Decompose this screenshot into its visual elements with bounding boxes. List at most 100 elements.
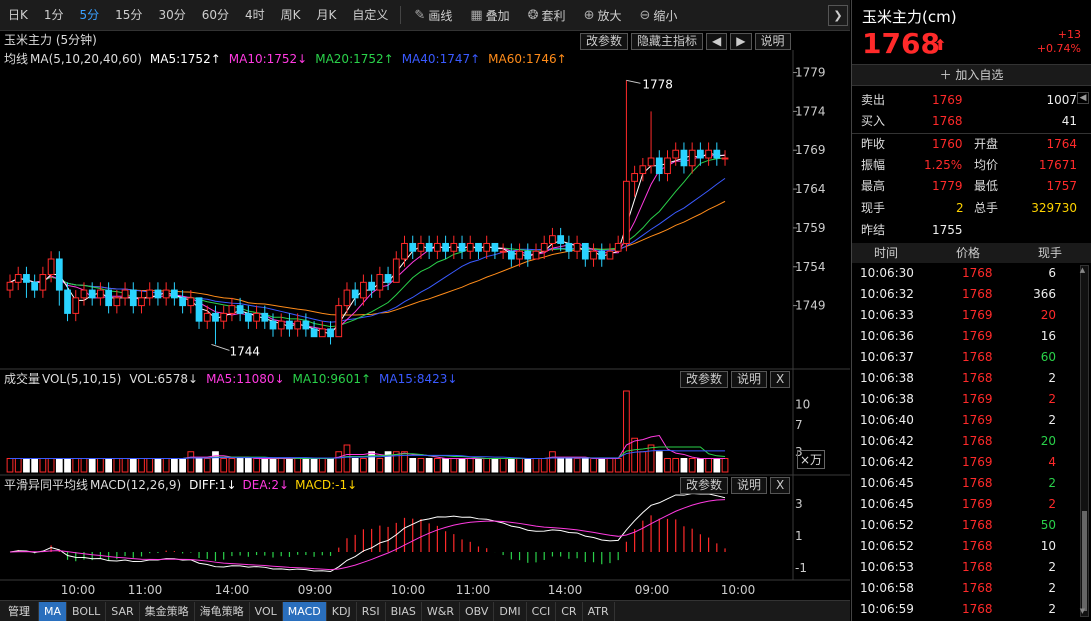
tab-2[interactable]: BOLL — [67, 601, 107, 621]
vol-btns-btn-1[interactable]: 说明 — [731, 371, 768, 388]
tab-11[interactable]: W&R — [422, 601, 460, 621]
tab-0[interactable]: 管理 — [0, 601, 39, 621]
tab-16[interactable]: ATR — [583, 601, 615, 621]
tab-9[interactable]: RSI — [357, 601, 386, 621]
period-9-button[interactable]: 自定义 — [344, 0, 396, 31]
tab-1[interactable]: MA — [39, 601, 68, 621]
tab-4[interactable]: 集金策略 — [140, 601, 195, 621]
tool-4-button[interactable]: ⊖ 缩小 — [630, 7, 686, 24]
tab-14[interactable]: CCI — [527, 601, 557, 621]
period-0-button[interactable]: 日K — [0, 0, 36, 31]
vol-btns-btn-0[interactable]: 改参数 — [680, 371, 729, 388]
vol-btns-btn-2[interactable]: X — [770, 371, 791, 388]
candle-body — [179, 297, 186, 307]
tick-row: 10:06:30 1768 6 — [852, 263, 1080, 284]
price-change: +13 +0.74% — [1037, 28, 1081, 56]
tick-volume: 20 — [1040, 308, 1056, 322]
tick-table-header: 时间 价格 现手 — [852, 243, 1091, 263]
add-favorite-button[interactable]: ＋ 加入自选 — [852, 64, 1091, 86]
volume-bar — [721, 458, 729, 473]
tick-row: 10:06:38 1768 2 — [852, 368, 1080, 389]
candle-body — [343, 289, 351, 307]
tool-label: 缩小 — [653, 8, 678, 23]
tab-12[interactable]: OBV — [460, 601, 495, 621]
main-btns-btn-4[interactable]: 说明 — [754, 33, 791, 50]
tool-2-button[interactable]: ❂ 套利 — [519, 7, 575, 24]
tab-10[interactable]: BIAS — [386, 601, 422, 621]
volume-bar — [581, 458, 589, 473]
candle-body — [286, 320, 293, 330]
tick-time: 10:06:42 — [860, 455, 914, 469]
volume-bar — [672, 458, 680, 473]
volume-bar — [55, 458, 63, 473]
volume-panel-header: 成交量 VOL(5,10,15) VOL:6578↓ MA5:11080↓ MA10… — [0, 370, 457, 389]
volume-bar — [327, 458, 334, 473]
period-2-button[interactable]: 5分 — [72, 0, 108, 31]
candle-body — [639, 165, 647, 175]
macd-btns-btn-2[interactable]: X — [770, 477, 791, 494]
candle-body — [212, 312, 219, 322]
volume-bar — [450, 458, 458, 473]
main-btns-btn-1[interactable]: 隐藏主指标 — [631, 33, 704, 50]
candle-body — [524, 250, 532, 260]
kline-chart[interactable]: 1779 1774 1769 1764 1759 1754 1749 1778 1744 10 7 3… — [0, 31, 850, 600]
tick-price: 1768 — [962, 371, 993, 385]
tick-volume: 4 — [1048, 455, 1056, 469]
tick-row: 10:06:32 1768 366 — [852, 284, 1080, 305]
candle-body — [335, 305, 343, 338]
tab-15[interactable]: CR — [556, 601, 583, 621]
volume-bar — [606, 458, 614, 473]
candle-body — [581, 242, 589, 260]
period-8-button[interactable]: 月K — [309, 0, 345, 31]
tab-8[interactable]: KDJ — [327, 601, 357, 621]
macd-btns-btn-0[interactable]: 改参数 — [680, 477, 729, 494]
tick-volume: 10 — [1040, 539, 1056, 553]
tool-label: 放大 — [597, 8, 622, 23]
tool-label: 套利 — [541, 8, 566, 23]
volume-bar — [6, 458, 14, 473]
macd-values: DIFF:1↓ DEA:2↓ MACD:-1↓ — [189, 476, 357, 495]
macd-btns-btn-1[interactable]: 说明 — [731, 477, 768, 494]
scroll-thumb[interactable] — [1082, 511, 1087, 611]
volume-bar — [499, 458, 507, 473]
candle-body — [713, 149, 721, 159]
collapse-panel-button[interactable]: ❯ — [828, 5, 848, 26]
candle-body — [647, 157, 655, 167]
tick-scrollbar[interactable]: ▲ ▼ — [1080, 265, 1089, 617]
prev-close-label: 昨收 — [861, 137, 886, 151]
tick-row: 10:06:37 1768 60 — [852, 347, 1080, 368]
tool-3-button[interactable]: ⊕ 放大 — [575, 7, 631, 24]
tick-time: 10:06:45 — [860, 497, 914, 511]
candle-body — [688, 149, 696, 167]
scroll-up-icon[interactable]: ▲ — [1078, 266, 1087, 275]
scroll-down-icon[interactable]: ▼ — [1078, 607, 1087, 616]
period-6-button[interactable]: 4时 — [237, 0, 273, 31]
period-4-button[interactable]: 30分 — [150, 0, 193, 31]
main-btns-btn-2[interactable]: ◀ — [706, 33, 728, 50]
macd-y-tick-label: -1 — [795, 561, 807, 575]
tab-5[interactable]: 海龟策略 — [195, 601, 250, 621]
period-1-button[interactable]: 1分 — [36, 0, 72, 31]
tab-3[interactable]: SAR — [106, 601, 140, 621]
period-3-button[interactable]: 15分 — [107, 0, 150, 31]
volume-bar — [590, 458, 597, 473]
tab-6[interactable]: VOL — [250, 601, 283, 621]
tick-price: 1768 — [962, 434, 993, 448]
tab-13[interactable]: DMI — [494, 601, 527, 621]
tool-0-button[interactable]: ✎ 画线 — [405, 7, 461, 24]
main-btns-btn-3[interactable]: ▶ — [730, 33, 752, 50]
period-5-button[interactable]: 60分 — [194, 0, 237, 31]
volume-bar — [179, 458, 186, 473]
main-btns-btn-0[interactable]: 改参数 — [580, 33, 629, 50]
volume-bar — [195, 458, 203, 473]
volume-bar — [623, 390, 630, 473]
tool-1-button[interactable]: ▦ 叠加 — [461, 7, 518, 24]
candle-body — [253, 312, 260, 322]
tool-label: 画线 — [428, 8, 453, 23]
candle-body — [318, 328, 326, 338]
tab-7[interactable]: MACD — [282, 601, 327, 621]
volume-bar — [129, 458, 137, 473]
period-7-button[interactable]: 周K — [273, 0, 309, 31]
volume-bar — [318, 458, 326, 473]
tick-time: 10:06:32 — [860, 287, 914, 301]
